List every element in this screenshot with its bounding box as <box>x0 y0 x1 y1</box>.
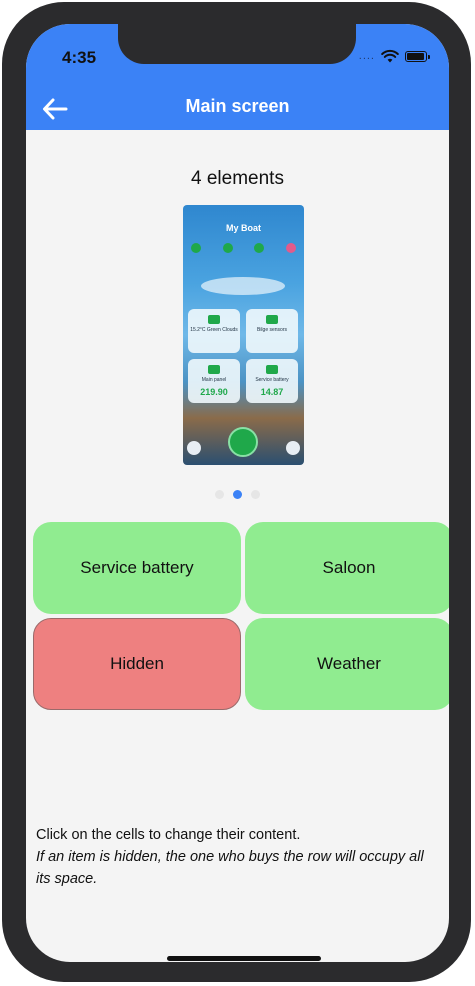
page-indicator[interactable] <box>26 490 449 499</box>
signal-dots: .... <box>358 50 375 62</box>
preview-card-icon <box>266 315 278 324</box>
preview-icon <box>254 243 265 253</box>
preview-card-icon <box>266 365 278 374</box>
preview-card-value: 219.90 <box>200 387 228 397</box>
cell-label: Weather <box>317 654 381 673</box>
instructions-line-1: Click on the cells to change their conte… <box>36 827 301 843</box>
element-count: 4 elements <box>191 168 284 189</box>
instructions-text: Click on the cells to change their conte… <box>36 824 436 890</box>
battery-icon <box>405 50 430 62</box>
preview-card-label: Service battery <box>255 377 289 383</box>
cell-hidden[interactable]: Hidden <box>33 618 241 710</box>
preview-icon <box>285 243 296 253</box>
preview-card: 15.2°C Green Clouds <box>188 309 240 353</box>
preview-card: Bilge sensors <box>246 309 298 353</box>
cell-label: Hidden <box>110 654 164 673</box>
preview-card: Service battery 14.87 <box>246 359 298 403</box>
page-title: Main screen <box>185 96 290 116</box>
preview-card-value: 14.87 <box>260 387 284 397</box>
page-dot[interactable] <box>251 490 260 499</box>
preview-boat-icon <box>201 277 285 295</box>
cell-label: Service battery <box>80 558 194 577</box>
page-dot[interactable] <box>233 490 242 499</box>
preview-status-icons <box>191 243 296 253</box>
cell-saloon[interactable]: Saloon <box>245 522 449 614</box>
preview-card-icon <box>208 315 220 324</box>
cell-label: Saloon <box>322 558 376 577</box>
app-screen: 4:35 .... Main screen 4 elements My Boat <box>26 24 449 962</box>
preview-card-label: Main panel <box>201 377 227 383</box>
preview-card-icon <box>208 365 220 374</box>
preview-card-label: 15.2°C Green Clouds <box>190 327 238 333</box>
cell-weather[interactable]: Weather <box>245 618 449 710</box>
status-time: 4:35 <box>62 48 97 67</box>
preview-icon <box>222 243 233 253</box>
preview-helm-icon <box>228 427 258 457</box>
preview-card-label: Bilge sensors <box>256 327 287 333</box>
phone-frame: 4:35 .... Main screen 4 elements My Boat <box>2 2 471 982</box>
cell-service-battery[interactable]: Service battery <box>33 522 241 614</box>
preview-icon <box>191 243 201 253</box>
nav-header: 4:35 .... Main screen <box>26 24 449 130</box>
preview-card: Main panel 219.90 <box>188 359 240 403</box>
device-notch <box>118 24 356 64</box>
wifi-icon <box>381 49 399 63</box>
preview-left-icon <box>187 441 201 455</box>
home-indicator[interactable] <box>167 956 321 961</box>
instructions-line-2: If an item is hidden, the one who buys t… <box>36 849 424 887</box>
preview-title: My Boat <box>225 223 261 233</box>
layout-preview-image[interactable]: My Boat 15.2°C Green Clouds Bilge sensor… <box>183 205 304 465</box>
page-dot[interactable] <box>215 490 224 499</box>
status-icons: .... <box>358 48 430 64</box>
preview-right-icon <box>286 441 300 455</box>
